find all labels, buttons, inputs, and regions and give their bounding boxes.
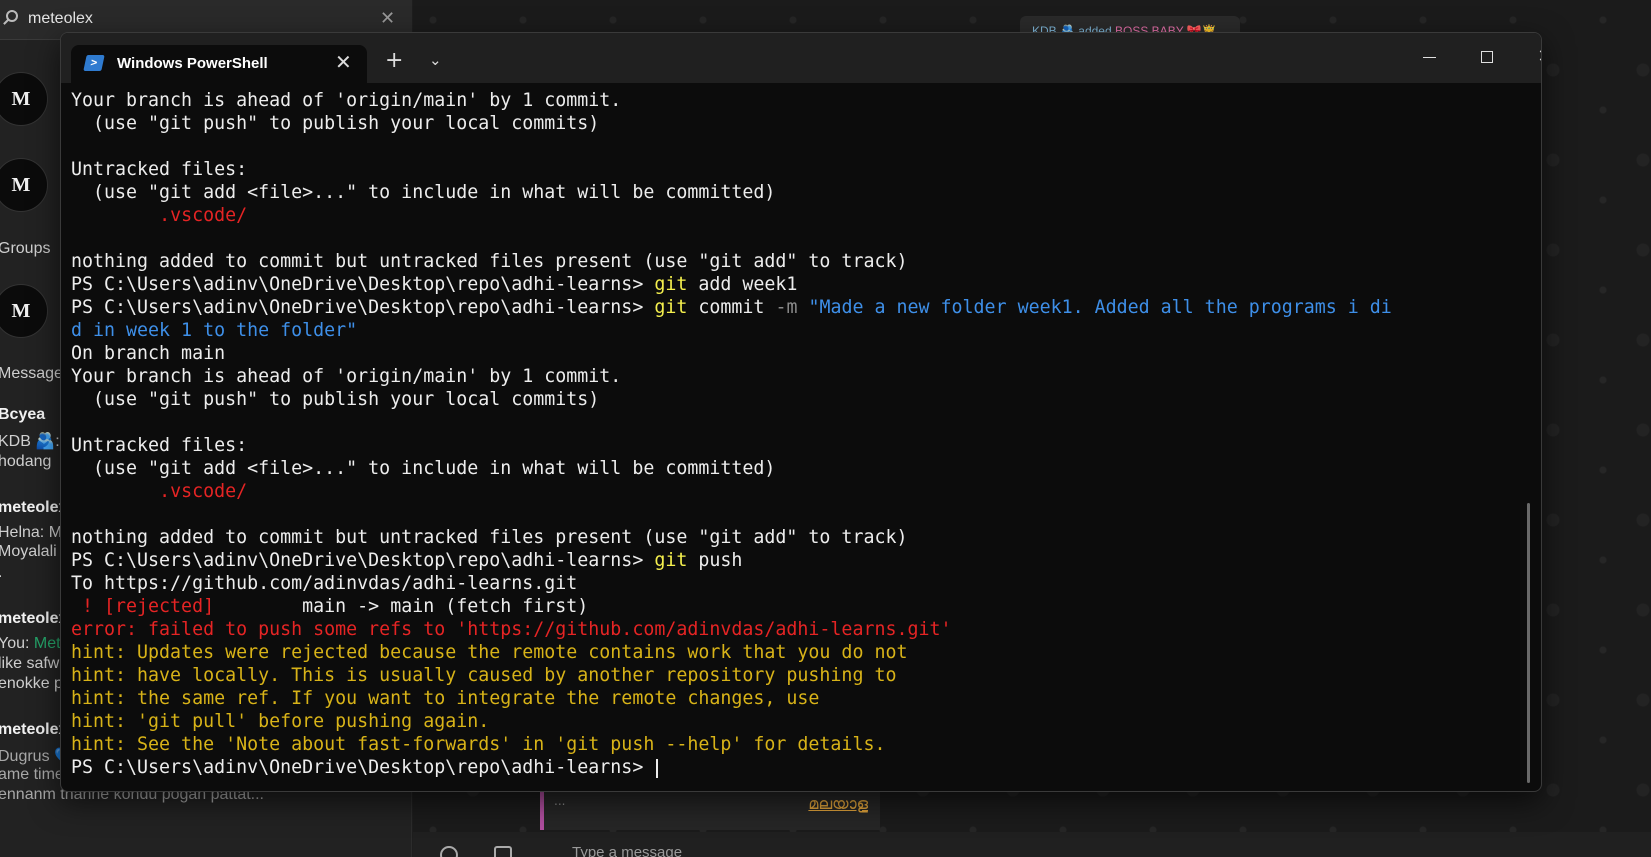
terminal-line: (use "git push" to publish your local co… — [71, 389, 600, 410]
terminal-line: .vscode/ — [159, 205, 248, 226]
terminal-line: ! [rejected] main -> main (fetch first) — [71, 596, 589, 617]
terminal-line: Untracked files: — [71, 159, 248, 180]
terminal-line: .vscode/ — [159, 481, 248, 502]
message-preview: ... — [554, 794, 566, 808]
tab-title: Windows PowerShell — [117, 55, 268, 72]
chat-preview: . — [0, 564, 2, 582]
terminal-line: hint: See the 'Note about fast-forwards'… — [71, 734, 886, 755]
chat-preview: Groups — [0, 240, 51, 257]
terminal-line: Untracked files: — [71, 435, 248, 456]
terminal-line: PS C:\Users\adinv\OneDrive\Desktop\repo\… — [71, 756, 1531, 779]
chat-preview: KDB 🫂: — [0, 433, 60, 450]
terminal-line: nothing added to commit but untracked fi… — [71, 251, 908, 272]
chevron-down-icon[interactable]: ⌄ — [429, 51, 442, 69]
chat-preview: Message — [0, 365, 63, 382]
message-link[interactable]: മലയാള — [808, 794, 868, 814]
terminal-line: Your branch is ahead of 'origin/main' by… — [71, 90, 622, 111]
message-bubble[interactable]: ... മലയാള — [540, 790, 880, 830]
scrollbar[interactable] — [1527, 503, 1530, 783]
chat-name: Bcyea — [0, 406, 46, 423]
avatar[interactable]: M — [0, 158, 48, 212]
terminal-line: PS C:\Users\adinv\OneDrive\Desktop\repo\… — [71, 274, 798, 295]
close-icon: ✕ — [1537, 46, 1541, 67]
chat-name: meteolex — [0, 610, 68, 627]
terminal-line: hint: Updates were rejected because the … — [71, 642, 908, 663]
chat-preview: Moyalali — [0, 543, 57, 560]
message-input[interactable]: Type a message — [572, 844, 682, 857]
title-bar[interactable]: > Windows PowerShell ✕ + ⌄ ✕ — [61, 33, 1541, 83]
terminal-line: nothing added to commit but untracked fi… — [71, 527, 908, 548]
terminal-line: On branch main — [71, 343, 226, 364]
powershell-window[interactable]: > Windows PowerShell ✕ + ⌄ ✕ Your branch… — [60, 32, 1542, 792]
terminal-line: d in week 1 to the folder" — [71, 320, 358, 341]
terminal-line: hint: 'git pull' before pushing again. — [71, 711, 490, 732]
chat-preview: Helna: M — [0, 524, 63, 541]
chat-name: meteolex — [0, 499, 68, 516]
terminal-line: PS C:\Users\adinv\OneDrive\Desktop\repo\… — [71, 550, 743, 571]
emoji-icon[interactable] — [440, 846, 458, 857]
search-icon — [6, 10, 18, 22]
close-window-button[interactable]: ✕ — [1517, 39, 1541, 75]
close-tab-icon[interactable]: ✕ — [335, 50, 352, 74]
maximize-button[interactable] — [1459, 39, 1515, 75]
chat-preview: hodang — [0, 453, 52, 470]
minimize-icon — [1422, 56, 1436, 58]
maximize-icon — [1481, 51, 1493, 63]
new-tab-button[interactable]: + — [385, 48, 403, 73]
search-input[interactable]: meteolex — [28, 10, 93, 28]
chat-name: meteolex — [0, 721, 68, 738]
tab-windows-powershell[interactable]: > Windows PowerShell ✕ — [71, 45, 367, 83]
terminal-line: Your branch is ahead of 'origin/main' by… — [71, 366, 622, 387]
powershell-icon: > — [83, 55, 105, 71]
chat-preview: like safw — [0, 655, 60, 672]
terminal-line: (use "git add <file>..." to include in w… — [71, 182, 776, 203]
terminal-line: (use "git add <file>..." to include in w… — [71, 458, 776, 479]
terminal-line: (use "git push" to publish your local co… — [71, 113, 600, 134]
text-cursor — [656, 758, 659, 778]
terminal-line: error: failed to push some refs to 'http… — [71, 619, 952, 640]
terminal-line: PS C:\Users\adinv\OneDrive\Desktop\repo\… — [71, 297, 1392, 318]
chat-preview: You: Met — [0, 635, 61, 652]
attach-icon[interactable] — [494, 846, 512, 857]
terminal-output[interactable]: Your branch is ahead of 'origin/main' by… — [71, 89, 1531, 789]
minimize-button[interactable] — [1401, 39, 1457, 75]
terminal-line: To https://github.com/adinvdas/adhi-lear… — [71, 573, 578, 594]
clear-search-icon[interactable]: ✕ — [380, 8, 395, 29]
terminal-line: hint: have locally. This is usually caus… — [71, 665, 897, 686]
avatar[interactable]: M — [0, 284, 48, 338]
avatar[interactable]: M — [0, 72, 48, 126]
terminal-line: hint: the same ref. If you want to integ… — [71, 688, 820, 709]
chat-preview: enokke p — [0, 675, 63, 692]
